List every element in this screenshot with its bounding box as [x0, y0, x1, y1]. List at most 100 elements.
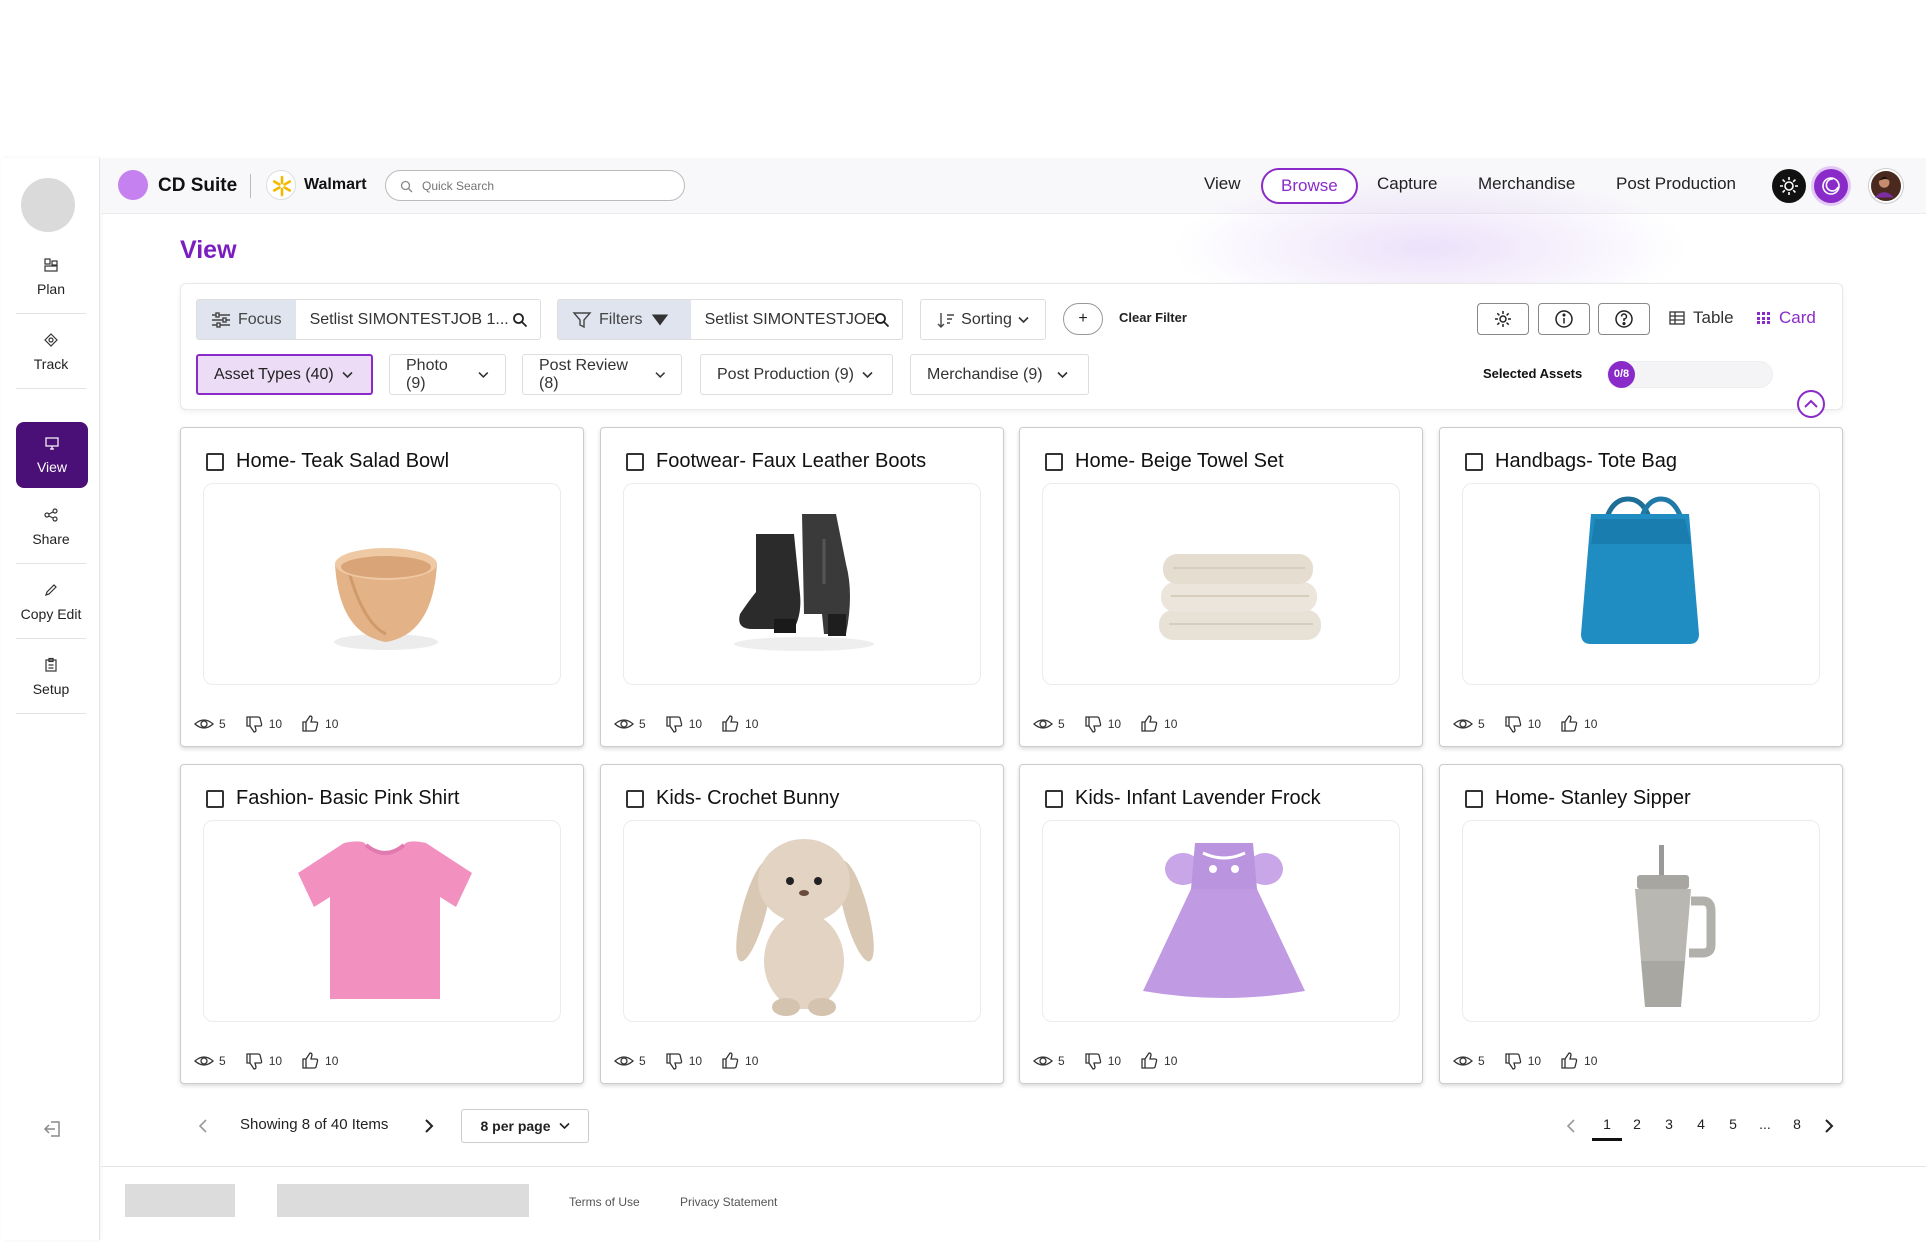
nav-capture[interactable]: Capture — [1377, 174, 1437, 194]
card-title: Handbags- Tote Bag — [1495, 450, 1677, 472]
chip-post-review[interactable]: Post Review (8) — [522, 354, 682, 395]
focus-control[interactable]: Focus Setlist SIMONTESTJOB 1... — [196, 299, 541, 340]
thumbs-up-icon[interactable] — [1559, 1051, 1579, 1071]
thumbs-up-icon[interactable] — [1139, 714, 1159, 734]
quick-search[interactable] — [385, 170, 685, 201]
thumbs-down-icon[interactable] — [1503, 714, 1523, 734]
asset-card[interactable]: Home- Teak Salad Bowl 5 10 10 — [180, 427, 584, 747]
thumbs-down-icon[interactable] — [664, 714, 684, 734]
page-3[interactable]: 3 — [1656, 1116, 1682, 1132]
chip-post-production[interactable]: Post Production (9) — [700, 354, 893, 395]
product-image-towels[interactable] — [1042, 483, 1400, 685]
card-checkbox[interactable] — [626, 452, 644, 471]
thumbs-down-icon[interactable] — [1503, 1051, 1523, 1071]
table-view-toggle[interactable]: Table — [1669, 308, 1734, 328]
asset-card[interactable]: Kids- Crochet Bunny 5 10 10 — [600, 764, 1004, 1084]
thumbs-up-icon[interactable] — [300, 714, 320, 734]
page-prev-icon[interactable] — [1566, 1118, 1576, 1134]
walmart-logo — [266, 170, 296, 200]
page-1[interactable]: 1 — [1592, 1116, 1622, 1141]
thumbs-down-icon[interactable] — [1083, 714, 1103, 734]
search-icon[interactable] — [512, 312, 528, 328]
user-avatar[interactable] — [1869, 169, 1903, 203]
card-checkbox[interactable] — [626, 789, 644, 808]
card-view-toggle[interactable]: Card — [1757, 308, 1816, 328]
app-name: CD Suite — [158, 175, 238, 196]
product-image-bowl[interactable] — [203, 483, 561, 685]
logout-icon[interactable] — [42, 1118, 64, 1140]
product-image-bunny[interactable] — [623, 820, 981, 1022]
nav-post-production[interactable]: Post Production — [1616, 174, 1736, 194]
filters-button[interactable]: Filters — [558, 300, 691, 339]
asset-card[interactable]: Home- Beige Towel Set 5 10 10 — [1019, 427, 1423, 747]
chip-asset-types[interactable]: Asset Types (40) — [196, 354, 373, 395]
card-checkbox[interactable] — [206, 452, 224, 471]
page-5[interactable]: 5 — [1720, 1116, 1746, 1132]
asset-card[interactable]: Fashion- Basic Pink Shirt 5 10 10 — [180, 764, 584, 1084]
thumbs-down-icon[interactable] — [244, 1051, 264, 1071]
focus-button[interactable]: Focus — [197, 300, 296, 339]
sidebar-item-track[interactable]: Track — [2, 319, 100, 389]
per-page-select[interactable]: 8 per page — [461, 1109, 589, 1143]
thumbs-up-icon[interactable] — [720, 1051, 740, 1071]
card-checkbox[interactable] — [1465, 789, 1483, 808]
add-filter-button[interactable]: + — [1063, 303, 1103, 335]
card-checkbox[interactable] — [1045, 452, 1063, 471]
search-icon[interactable] — [874, 312, 890, 328]
user-avatar-placeholder[interactable] — [21, 178, 75, 232]
privacy-statement-link[interactable]: Privacy Statement — [680, 1195, 777, 1209]
product-image-pink-shirt[interactable] — [203, 820, 561, 1022]
product-image-lavender-dress[interactable] — [1042, 820, 1400, 1022]
settings-panel-button[interactable] — [1477, 303, 1529, 335]
help-button[interactable] — [1598, 303, 1650, 335]
card-checkbox[interactable] — [206, 789, 224, 808]
page-next-icon[interactable] — [1824, 1118, 1834, 1134]
gear-icon — [1495, 311, 1511, 327]
asset-card[interactable]: Kids- Infant Lavender Frock 5 10 10 — [1019, 764, 1423, 1084]
card-checkbox[interactable] — [1465, 452, 1483, 471]
card-checkbox[interactable] — [1045, 789, 1063, 808]
asset-card[interactable]: Footwear- Faux Leather Boots 5 10 10 — [600, 427, 1004, 747]
sidebar-item-view[interactable]: View — [16, 422, 88, 488]
thumbs-up-icon[interactable] — [1139, 1051, 1159, 1071]
thumbs-down-icon[interactable] — [664, 1051, 684, 1071]
nav-browse[interactable]: Browse — [1261, 168, 1358, 204]
thumbs-down-icon[interactable] — [1083, 1051, 1103, 1071]
sidebar-item-setup[interactable]: Setup — [2, 644, 100, 714]
dislikes-count: 10 — [1107, 717, 1122, 731]
nav-view[interactable]: View — [1204, 174, 1241, 194]
product-image-tumbler[interactable] — [1462, 820, 1820, 1022]
asset-card[interactable]: Handbags- Tote Bag 5 10 10 — [1439, 427, 1843, 747]
thumbs-up-icon[interactable] — [720, 714, 740, 734]
info-icon — [1555, 310, 1573, 328]
clear-filter-button[interactable]: Clear Filter — [1119, 310, 1187, 325]
sidebar-item-copy-edit[interactable]: Copy Edit — [2, 569, 100, 639]
thumbs-up-icon[interactable] — [300, 1051, 320, 1071]
settings-button[interactable] — [1772, 169, 1806, 203]
chip-photo[interactable]: Photo (9) — [389, 354, 506, 395]
product-image-boots[interactable] — [623, 483, 981, 685]
asset-card[interactable]: Home- Stanley Sipper 5 10 10 — [1439, 764, 1843, 1084]
track-icon — [44, 333, 58, 347]
page-2[interactable]: 2 — [1624, 1116, 1650, 1132]
nav-merchandise[interactable]: Merchandise — [1478, 174, 1575, 194]
search-input[interactable] — [422, 176, 672, 196]
collapse-panel-button[interactable] — [1797, 390, 1825, 418]
info-button[interactable] — [1538, 303, 1590, 335]
page-4[interactable]: 4 — [1688, 1116, 1714, 1132]
chip-merchandise[interactable]: Merchandise (9) — [910, 354, 1089, 395]
filters-control[interactable]: Filters Setlist SIMONTESTJOB 1... — [557, 299, 903, 340]
thumbs-up-icon[interactable] — [1559, 714, 1579, 734]
chevron-right-icon[interactable] — [424, 1118, 434, 1134]
chevron-left-icon[interactable] — [198, 1118, 208, 1134]
sidebar-item-plan[interactable]: Plan — [2, 244, 100, 314]
theme-toggle-button[interactable] — [1814, 169, 1848, 203]
terms-of-use-link[interactable]: Terms of Use — [569, 1195, 640, 1209]
product-image-tote-bag[interactable] — [1462, 483, 1820, 685]
likes-count: 10 — [1164, 1054, 1178, 1068]
sorting-button[interactable]: Sorting — [920, 299, 1046, 340]
page-8[interactable]: 8 — [1784, 1116, 1810, 1132]
card-title: Home- Stanley Sipper — [1495, 787, 1691, 809]
sidebar-item-share[interactable]: Share — [2, 494, 100, 564]
thumbs-down-icon[interactable] — [244, 714, 264, 734]
